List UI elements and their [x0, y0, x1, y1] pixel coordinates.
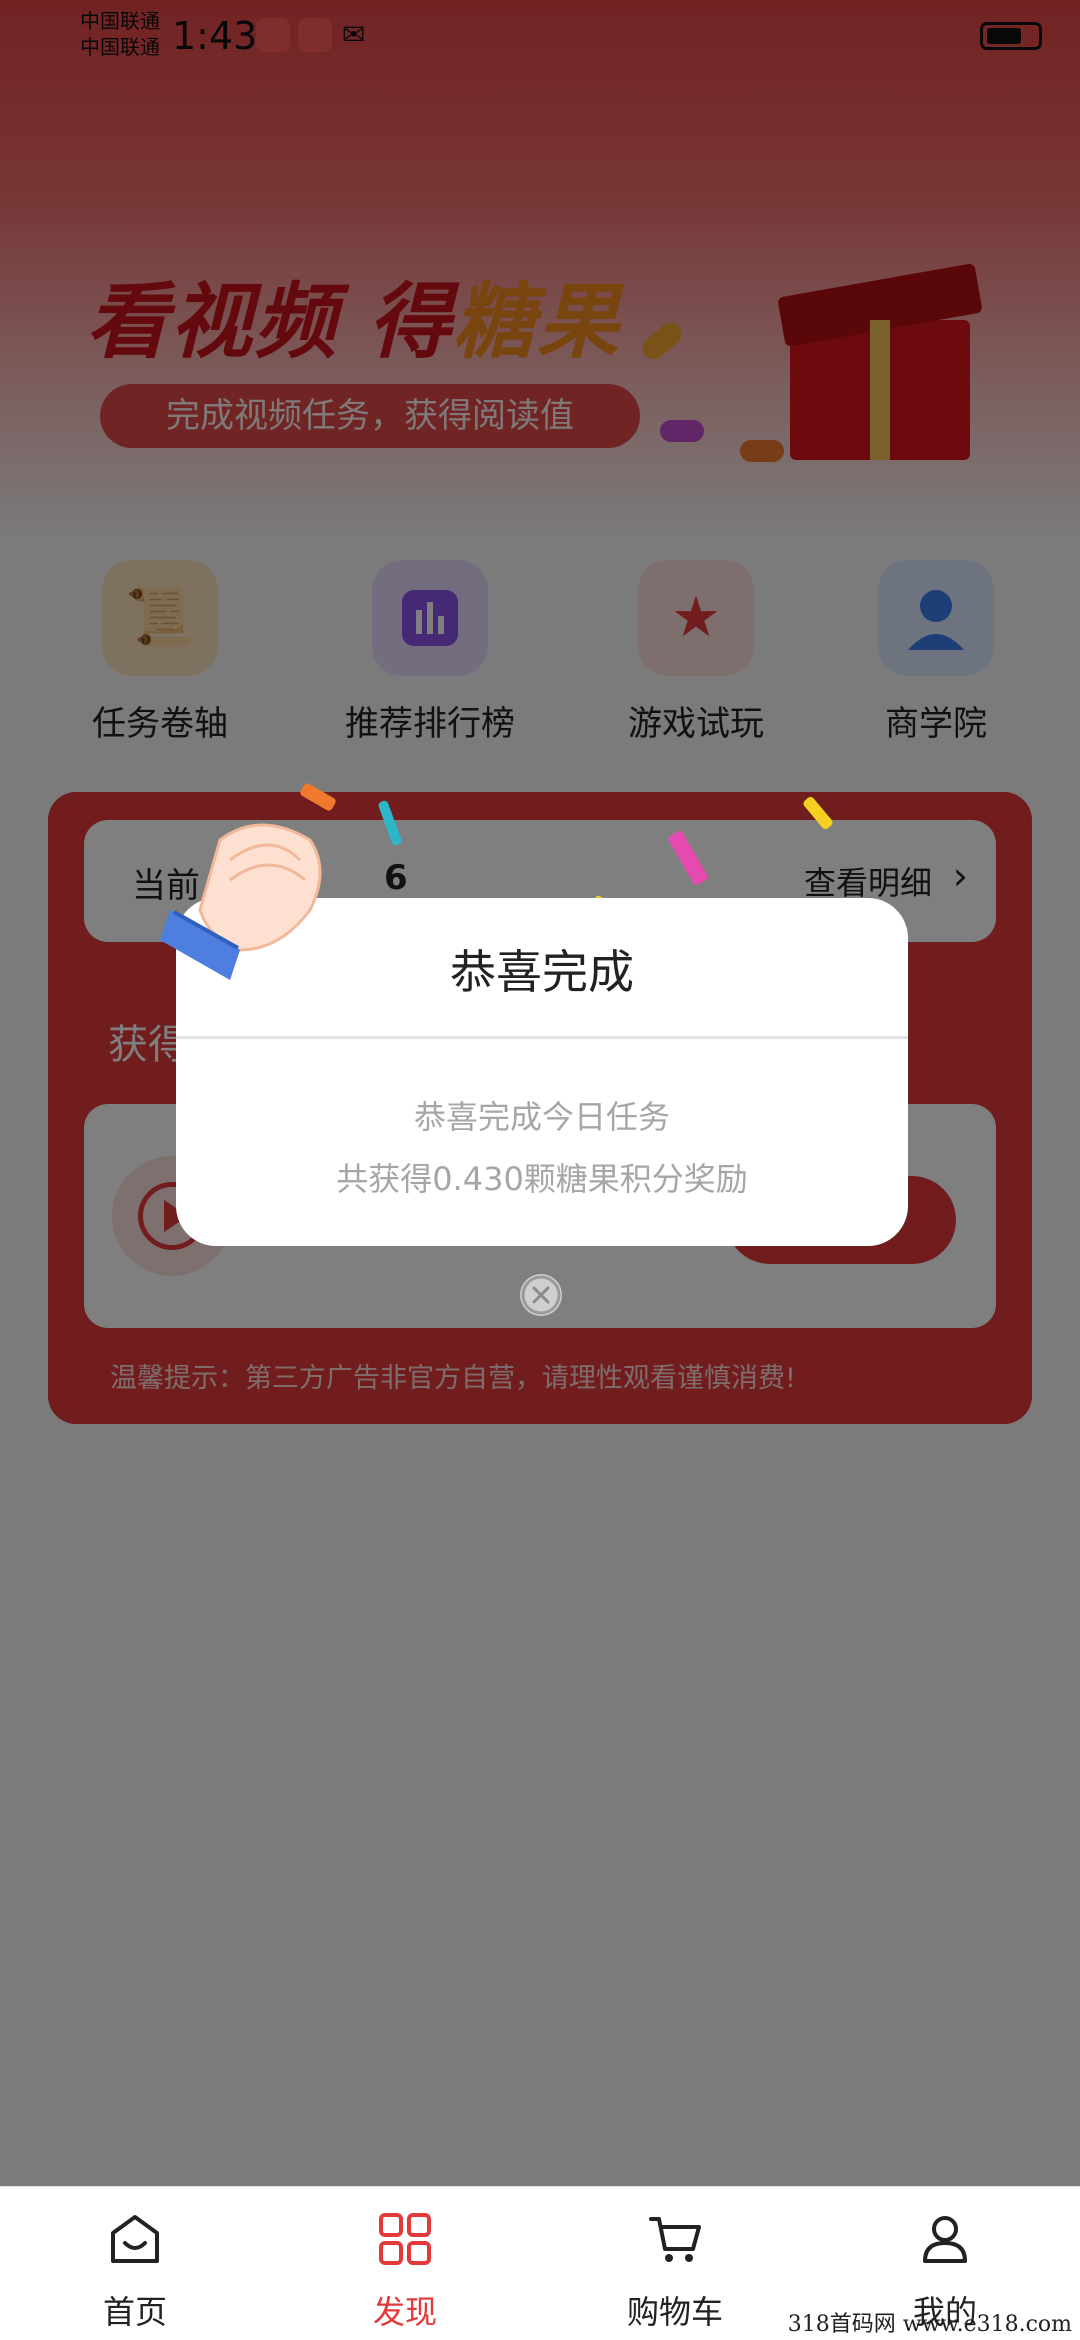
watermark: 318首码网 www.e318.com — [787, 2312, 1072, 2337]
tab-cart[interactable]: 购物车 — [585, 2187, 765, 2340]
user-icon — [923, 2216, 967, 2263]
tab-label: 首页 — [102, 2293, 167, 2331]
modal-reward-text: 共获得0.430颗糖果积分奖励 — [336, 1160, 748, 1198]
tab-discover[interactable]: 发现 — [315, 2187, 495, 2340]
tab-label: 发现 — [372, 2293, 437, 2331]
divider — [176, 1036, 908, 1039]
close-icon — [521, 1275, 561, 1315]
home-icon — [111, 2215, 159, 2263]
close-button[interactable] — [520, 1274, 562, 1316]
clapping-hands-icon — [160, 823, 322, 980]
tab-home[interactable]: 首页 — [45, 2187, 225, 2340]
cart-icon — [649, 2217, 701, 2262]
modal-message: 恭喜完成今日任务 — [413, 1098, 670, 1136]
grid-icon — [379, 2213, 431, 2265]
tab-label: 购物车 — [626, 2293, 723, 2331]
